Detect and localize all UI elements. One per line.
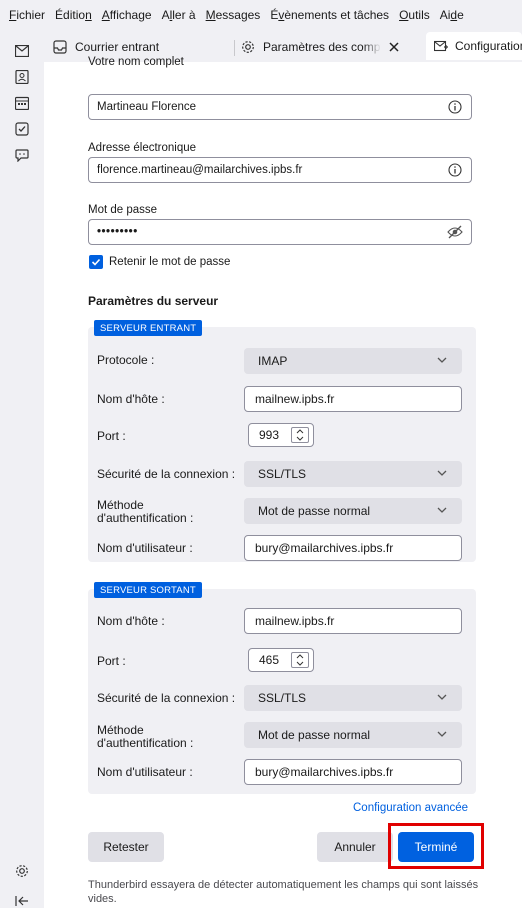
remember-password-label[interactable]: Retenir le mot de passe xyxy=(109,256,230,268)
port-stepper[interactable] xyxy=(291,427,309,443)
incoming-host-input[interactable]: mailnew.ipbs.fr xyxy=(244,386,462,412)
incoming-auth-label: Méthode d'authentification : xyxy=(97,499,193,525)
auth-label-line: d'authentification : xyxy=(97,736,194,750)
footnote-line: vides. xyxy=(88,893,117,905)
outgoing-auth-label: Méthode d'authentification : xyxy=(97,724,193,750)
name-label: Votre nom complet xyxy=(88,56,184,68)
incoming-username-input[interactable]: bury@mailarchives.ipbs.fr xyxy=(244,535,462,561)
incoming-security-label: Sécurité de la connexion : xyxy=(97,467,236,481)
outgoing-port-input[interactable]: 465 xyxy=(248,648,314,672)
close-icon[interactable] xyxy=(389,42,399,52)
footnote-line: Thunderbird essayera de détecter automat… xyxy=(88,879,479,891)
chevron-down-icon xyxy=(437,731,447,737)
menu-item[interactable]: Outils xyxy=(394,8,435,22)
chevron-down-icon[interactable] xyxy=(292,435,308,442)
tasks-icon[interactable] xyxy=(13,120,31,138)
tab-label: Configuration xyxy=(455,39,522,53)
auth-label-line: d'authentification : xyxy=(97,511,194,525)
chevron-up-icon[interactable] xyxy=(292,653,308,660)
menu-item[interactable]: Évènements et tâches xyxy=(265,8,394,22)
outgoing-username-label: Nom d'utilisateur : xyxy=(97,765,193,779)
menu-item[interactable]: Aller à xyxy=(157,8,201,22)
mail-icon[interactable] xyxy=(13,42,31,60)
port-stepper[interactable] xyxy=(291,652,309,668)
incoming-auth-select[interactable]: Mot de passe normal xyxy=(244,498,462,524)
tab-label: Courrier entrant xyxy=(75,40,160,54)
footnote: Thunderbird essayera de détecter automat… xyxy=(88,878,508,908)
name-value: Martineau Florence xyxy=(97,101,197,113)
protocol-label: Protocole : xyxy=(97,353,155,367)
outgoing-username-input[interactable]: bury@mailarchives.ipbs.fr xyxy=(244,759,462,785)
outgoing-username-value: bury@mailarchives.ipbs.fr xyxy=(255,765,394,779)
menu-item[interactable]: Messages xyxy=(201,8,266,22)
incoming-auth-value: Mot de passe normal xyxy=(258,504,371,518)
menu-item[interactable]: Affichage xyxy=(97,8,157,22)
outgoing-port-value: 465 xyxy=(259,653,280,667)
protocol-select[interactable]: IMAP xyxy=(244,348,462,374)
gear-icon xyxy=(240,39,256,55)
chevron-down-icon[interactable] xyxy=(292,660,308,667)
cancel-button[interactable]: Annuler xyxy=(317,832,393,862)
chevron-down-icon xyxy=(437,357,447,363)
spaces-toolbar: ((•)) xyxy=(0,30,44,908)
outgoing-host-value: mailnew.ipbs.fr xyxy=(255,614,335,628)
chevron-up-icon[interactable] xyxy=(292,428,308,435)
protocol-value: IMAP xyxy=(258,354,288,368)
outgoing-server-badge: SERVEUR SORTANT xyxy=(94,582,202,598)
incoming-server-badge: SERVEUR ENTRANT xyxy=(94,320,203,336)
outgoing-host-input[interactable]: mailnew.ipbs.fr xyxy=(244,608,462,634)
incoming-port-label: Port : xyxy=(97,429,126,443)
chevron-down-icon xyxy=(437,507,447,513)
remember-password-checkbox[interactable] xyxy=(89,255,103,269)
collapse-sidebar-icon[interactable] xyxy=(13,892,31,908)
password-field[interactable]: ••••••••• xyxy=(88,219,472,245)
outgoing-auth-value: Mot de passe normal xyxy=(258,728,371,742)
email-label: Adresse électronique xyxy=(88,142,197,154)
tab-configuration[interactable]: Configuration xyxy=(426,32,522,60)
highlight-box xyxy=(388,823,484,869)
address-book-icon[interactable] xyxy=(13,68,31,86)
menu-item[interactable]: Aide xyxy=(435,8,469,22)
outgoing-security-value: SSL/TLS xyxy=(258,691,307,705)
chat-icon[interactable] xyxy=(13,146,31,164)
account-setup-panel: Votre nom complet Martineau Florence Adr… xyxy=(44,56,522,908)
email-value: florence.martineau@mailarchives.ipbs.fr xyxy=(97,164,303,176)
incoming-port-input[interactable]: 993 xyxy=(248,423,314,447)
outgoing-security-select[interactable]: SSL/TLS xyxy=(244,685,462,711)
account-setup-icon xyxy=(434,38,448,54)
outgoing-auth-select[interactable]: Mot de passe normal xyxy=(244,722,462,748)
retest-button[interactable]: Retester xyxy=(88,832,164,862)
info-icon[interactable] xyxy=(447,162,463,178)
outgoing-port-label: Port : xyxy=(97,654,126,668)
menu-item[interactable]: Fichier xyxy=(4,8,50,22)
email-field[interactable]: florence.martineau@mailarchives.ipbs.fr xyxy=(88,157,472,183)
incoming-username-value: bury@mailarchives.ipbs.fr xyxy=(255,541,394,555)
eye-slash-icon[interactable] xyxy=(447,224,463,240)
outgoing-host-label: Nom d'hôte : xyxy=(97,614,165,628)
calendar-icon[interactable] xyxy=(13,94,31,112)
advanced-config-link[interactable]: Configuration avancée xyxy=(353,802,468,814)
incoming-security-select[interactable]: SSL/TLS xyxy=(244,461,462,487)
tab-separator xyxy=(234,40,235,56)
incoming-security-value: SSL/TLS xyxy=(258,467,307,481)
chevron-down-icon xyxy=(437,470,447,476)
incoming-username-label: Nom d'utilisateur : xyxy=(97,541,193,555)
tab-account-settings[interactable]: Paramètres des comptes Co xyxy=(240,34,418,60)
incoming-port-value: 993 xyxy=(259,428,280,442)
server-settings-title: Paramètres du serveur xyxy=(88,294,219,308)
menu-item[interactable]: Édition xyxy=(50,8,97,22)
settings-icon[interactable] xyxy=(13,862,31,880)
tab-label: Paramètres des comptes Co xyxy=(263,40,381,54)
incoming-host-value: mailnew.ipbs.fr xyxy=(255,392,335,406)
name-field[interactable]: Martineau Florence xyxy=(88,94,472,120)
info-icon[interactable] xyxy=(447,99,463,115)
incoming-host-label: Nom d'hôte : xyxy=(97,392,165,406)
chevron-down-icon xyxy=(437,694,447,700)
password-label: Mot de passe xyxy=(88,204,158,216)
password-value: ••••••••• xyxy=(97,226,138,238)
outgoing-security-label: Sécurité de la connexion : xyxy=(97,691,236,705)
menu-bar: Fichier Édition Affichage Aller à Messages Év… xyxy=(0,0,522,30)
inbox-icon xyxy=(52,39,68,55)
